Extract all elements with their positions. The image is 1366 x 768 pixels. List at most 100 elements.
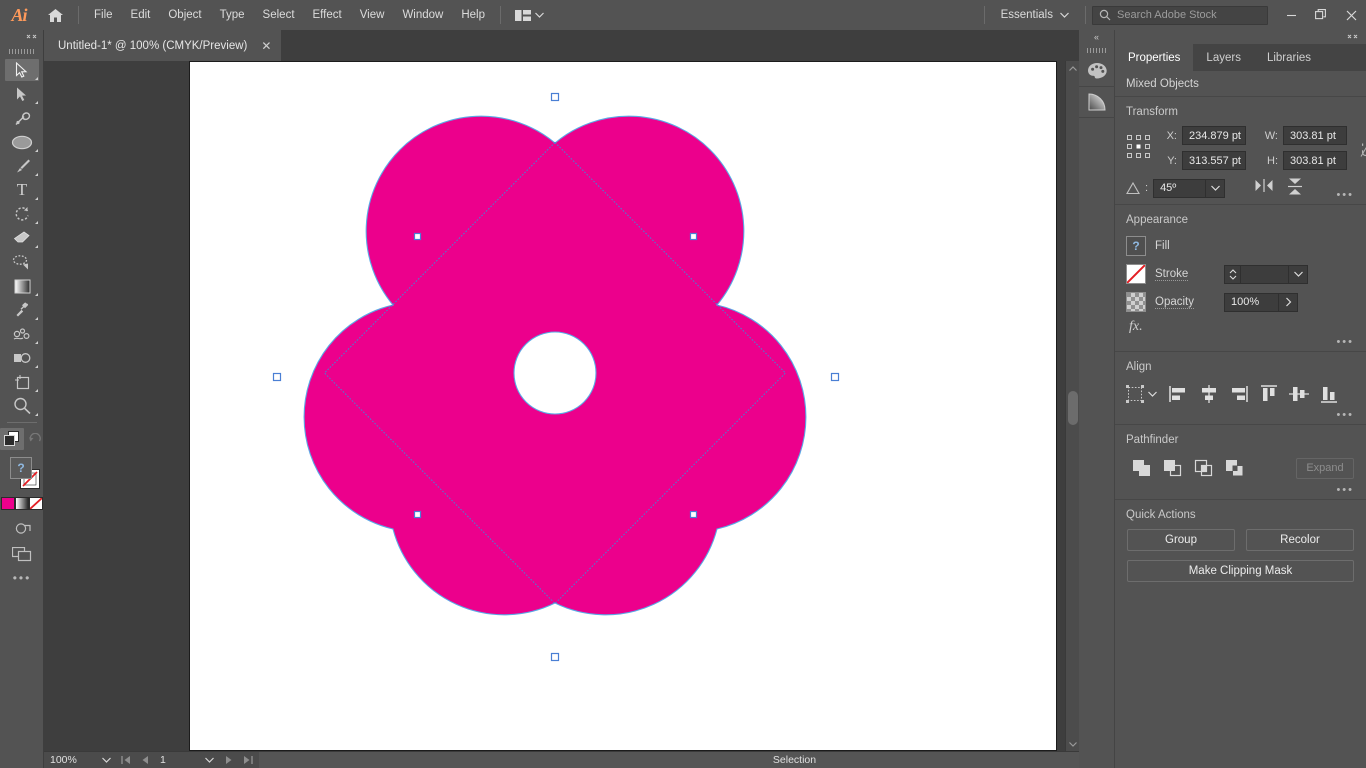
vertical-scroll-thumb[interactable]: [1068, 391, 1078, 425]
toolbar-grip[interactable]: [0, 44, 43, 58]
w-input[interactable]: 303.81 pt: [1283, 126, 1347, 145]
dock-grip[interactable]: [1079, 44, 1114, 56]
zoom-dropdown-icon[interactable]: [96, 752, 116, 768]
tool-lasso-tool[interactable]: [0, 250, 44, 274]
toolbar-collapse-icon[interactable]: [0, 30, 43, 44]
align-vertical-center-icon[interactable]: [1284, 382, 1314, 406]
align-top-icon[interactable]: [1254, 382, 1284, 406]
canvas-area[interactable]: [44, 61, 1079, 751]
tool-artboard-tool[interactable]: [0, 370, 44, 394]
opacity-swatch[interactable]: [1126, 292, 1146, 312]
intersect-icon[interactable]: [1188, 455, 1219, 481]
expand-button[interactable]: Expand: [1296, 457, 1354, 479]
last-page-icon[interactable]: [238, 752, 257, 768]
home-icon[interactable]: [38, 0, 72, 30]
restore-button[interactable]: [1306, 0, 1336, 30]
make-clipping-mask-button[interactable]: Make Clipping Mask: [1127, 560, 1354, 582]
align-to-selection-icon[interactable]: [1126, 385, 1164, 403]
exclude-icon[interactable]: [1219, 455, 1250, 481]
drawing-mode-icon[interactable]: [0, 515, 44, 541]
appearance-more-icon[interactable]: •••: [1336, 337, 1354, 348]
color-palette-icon[interactable]: [1079, 56, 1115, 86]
artwork-layer[interactable]: [44, 61, 1065, 751]
tool-symbol-sprayer-tool[interactable]: [0, 322, 44, 346]
stroke-weight-stepper[interactable]: [1224, 264, 1240, 284]
fill-stroke-control[interactable]: ?: [0, 451, 44, 495]
unite-icon[interactable]: [1126, 455, 1157, 481]
opacity-options-icon[interactable]: [1278, 292, 1298, 312]
align-left-icon[interactable]: [1164, 382, 1194, 406]
group-button[interactable]: Group: [1127, 529, 1235, 551]
close-icon[interactable]: ✕: [261, 40, 271, 52]
tool-gradient-tool[interactable]: [0, 274, 44, 298]
previous-page-icon[interactable]: [135, 752, 154, 768]
y-input[interactable]: 313.557 pt: [1182, 151, 1246, 170]
align-right-icon[interactable]: [1224, 382, 1254, 406]
dock-collapse-icon[interactable]: «: [1079, 30, 1114, 44]
screen-mode-icon[interactable]: [0, 541, 44, 567]
stroke-weight-dropdown-icon[interactable]: [1288, 264, 1308, 284]
tool-ellipse-tool[interactable]: [0, 130, 44, 154]
page-dropdown-icon[interactable]: [199, 752, 219, 768]
stroke-label[interactable]: Stroke: [1155, 268, 1189, 281]
tab-properties[interactable]: Properties: [1115, 44, 1194, 71]
scroll-up-icon[interactable]: [1066, 61, 1079, 75]
tool-type-tool[interactable]: T: [0, 178, 44, 202]
stroke-weight-input[interactable]: [1240, 264, 1288, 284]
tool-eraser-tool[interactable]: [0, 226, 44, 250]
menu-file[interactable]: File: [85, 0, 122, 30]
close-button[interactable]: [1336, 0, 1366, 30]
stroke-weight-control[interactable]: [1224, 264, 1308, 284]
minus-front-icon[interactable]: [1157, 455, 1188, 481]
zoom-level-input[interactable]: 100%: [44, 751, 96, 768]
angle-dropdown-icon[interactable]: [1205, 178, 1226, 198]
opacity-input[interactable]: 100%: [1224, 292, 1278, 312]
menu-effect[interactable]: Effect: [304, 0, 351, 30]
pathfinder-more-icon[interactable]: •••: [1336, 485, 1354, 496]
fill-swatch[interactable]: ?: [10, 457, 32, 479]
unlink-proportions-icon[interactable]: [1359, 138, 1366, 161]
reset-icon[interactable]: [26, 428, 43, 450]
toolbar-more-icon[interactable]: •••: [0, 567, 44, 589]
tool-paintbrush-tool[interactable]: [0, 154, 44, 178]
document-tab[interactable]: Untitled-1* @ 100% (CMYK/Preview) ✕: [44, 30, 282, 61]
menu-view[interactable]: View: [351, 0, 394, 30]
tab-layers[interactable]: Layers: [1193, 44, 1254, 71]
first-page-icon[interactable]: [116, 752, 135, 768]
tool-selection-tool[interactable]: [0, 58, 44, 82]
reference-point-selector-icon[interactable]: [1126, 134, 1152, 160]
arrange-documents-icon[interactable]: [507, 0, 552, 30]
menu-object[interactable]: Object: [159, 0, 210, 30]
fx-button[interactable]: fx.: [1115, 316, 1366, 343]
next-page-icon[interactable]: [219, 752, 238, 768]
minimize-button[interactable]: [1276, 0, 1306, 30]
menu-edit[interactable]: Edit: [122, 0, 160, 30]
menu-type[interactable]: Type: [211, 0, 254, 30]
tool-direct-selection-tool[interactable]: [0, 82, 44, 106]
align-more-icon[interactable]: •••: [1336, 410, 1354, 421]
transform-more-icon[interactable]: •••: [1336, 190, 1354, 201]
tool-magic-wand-tool[interactable]: [0, 106, 44, 130]
scroll-down-icon[interactable]: [1066, 737, 1079, 751]
stroke-swatch-button[interactable]: [1126, 264, 1146, 284]
search-input[interactable]: Search Adobe Stock: [1092, 5, 1268, 25]
tool-zoom-tool[interactable]: [0, 394, 44, 418]
gradient-swatch[interactable]: [14, 497, 29, 510]
workspace-switcher[interactable]: Essentials: [991, 0, 1079, 30]
edit-toolbar-icon[interactable]: [0, 428, 25, 450]
align-horizontal-center-icon[interactable]: [1194, 382, 1224, 406]
none-swatch[interactable]: [28, 497, 43, 510]
x-input[interactable]: 234.879 pt: [1182, 126, 1246, 145]
menu-select[interactable]: Select: [254, 0, 304, 30]
flip-vertical-icon[interactable]: [1287, 178, 1303, 198]
tool-shape-builder-tool[interactable]: [0, 346, 44, 370]
fill-swatch-button[interactable]: ?: [1126, 236, 1146, 256]
panel-collapse-icon[interactable]: [1115, 30, 1366, 44]
tool-eyedropper-tool[interactable]: [0, 298, 44, 322]
flip-horizontal-icon[interactable]: [1255, 178, 1273, 198]
opacity-label[interactable]: Opacity: [1155, 296, 1194, 309]
recolor-button[interactable]: Recolor: [1246, 529, 1354, 551]
color-swatch[interactable]: [0, 497, 15, 510]
h-input[interactable]: 303.81 pt: [1283, 151, 1347, 170]
canvas-vertical-scrollbar[interactable]: [1065, 61, 1079, 751]
